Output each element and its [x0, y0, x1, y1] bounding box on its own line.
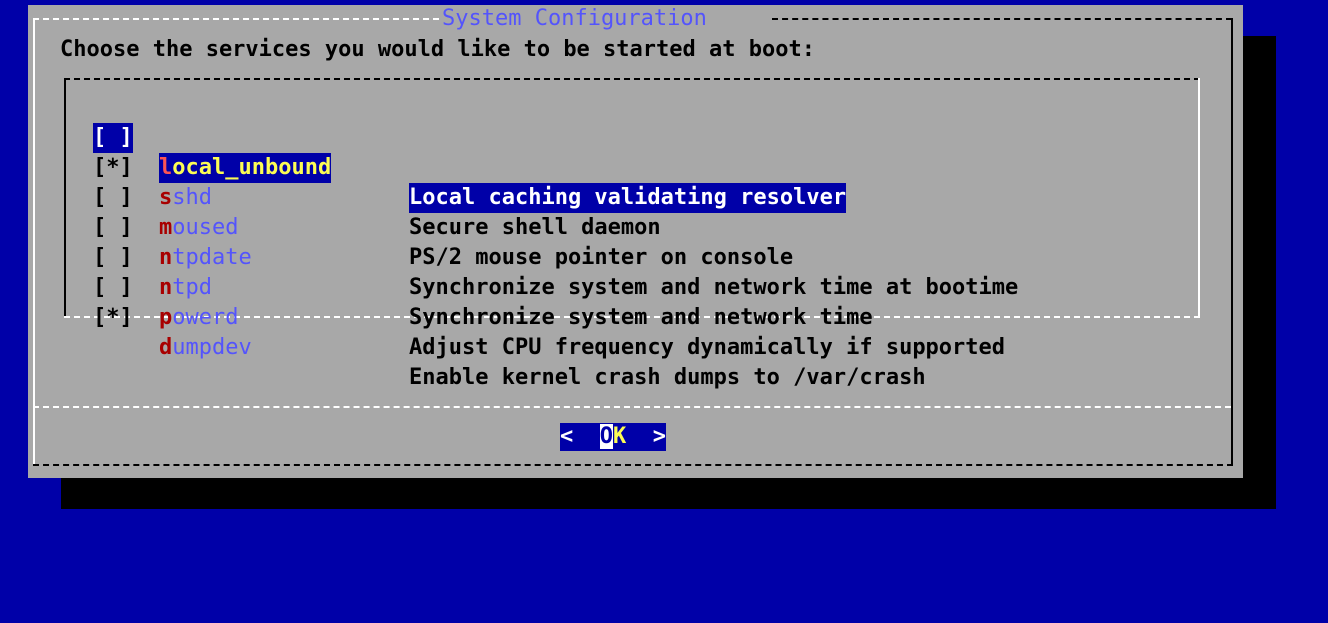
service-item-moused[interactable]: [ ] moused PS/2 mouse pointer on console — [93, 153, 1193, 270]
dialog-prompt: Choose the services you would like to be… — [60, 37, 815, 62]
frame-left — [33, 18, 35, 407]
service-item-powerd[interactable]: [ ] powerd Adjust CPU frequency dynamica… — [93, 243, 1193, 360]
ok-button-hotkey: K — [613, 424, 627, 449]
ok-button-cursor: O — [599, 424, 613, 449]
frame-top-left — [33, 18, 439, 20]
dialog-title: System Configuration — [440, 5, 709, 33]
service-name: dumpdev — [159, 333, 252, 363]
service-description: Synchronize system and network time — [409, 305, 873, 330]
service-item-local-unbound[interactable]: [ ] local_unbound Local caching validati… — [93, 93, 1193, 213]
frame-right — [1231, 18, 1233, 407]
ok-button[interactable]: < OK > — [560, 423, 666, 451]
service-item-ntpdate[interactable]: [ ] ntpdate Synchronize system and netwo… — [93, 183, 1193, 300]
service-item-sshd[interactable]: [*] sshd Secure shell daemon — [93, 123, 1193, 240]
button-divider — [33, 406, 1231, 408]
service-description: Enable kernel crash dumps to /var/crash — [409, 365, 926, 390]
service-item-ntpd[interactable]: [ ] ntpd Synchronize system and network … — [93, 213, 1193, 330]
checkbox[interactable]: [*] — [93, 303, 133, 333]
frame-right-lower — [1231, 406, 1233, 465]
service-description: Adjust CPU frequency dynamically if supp… — [409, 335, 1006, 360]
system-configuration-dialog: System Configuration Choose the services… — [28, 5, 1243, 478]
listbox-top — [64, 78, 1200, 80]
ok-button-right-bracket: > — [626, 424, 666, 449]
hotkey: d — [159, 335, 173, 360]
frame-left-lower — [33, 406, 35, 465]
frame-bottom — [33, 464, 1233, 466]
service-name-rest: umpdev — [172, 335, 252, 360]
ok-button-left-bracket: < — [560, 424, 600, 449]
service-item-dumpdev[interactable]: [*] dumpdev Enable kernel crash dumps to… — [93, 273, 1193, 390]
listbox-left — [64, 78, 66, 318]
screen: System Configuration Choose the services… — [0, 0, 1328, 623]
service-list: [ ] local_unbound Local caching validati… — [93, 93, 1193, 390]
frame-top-right — [772, 18, 1232, 20]
listbox-right — [1198, 78, 1200, 318]
